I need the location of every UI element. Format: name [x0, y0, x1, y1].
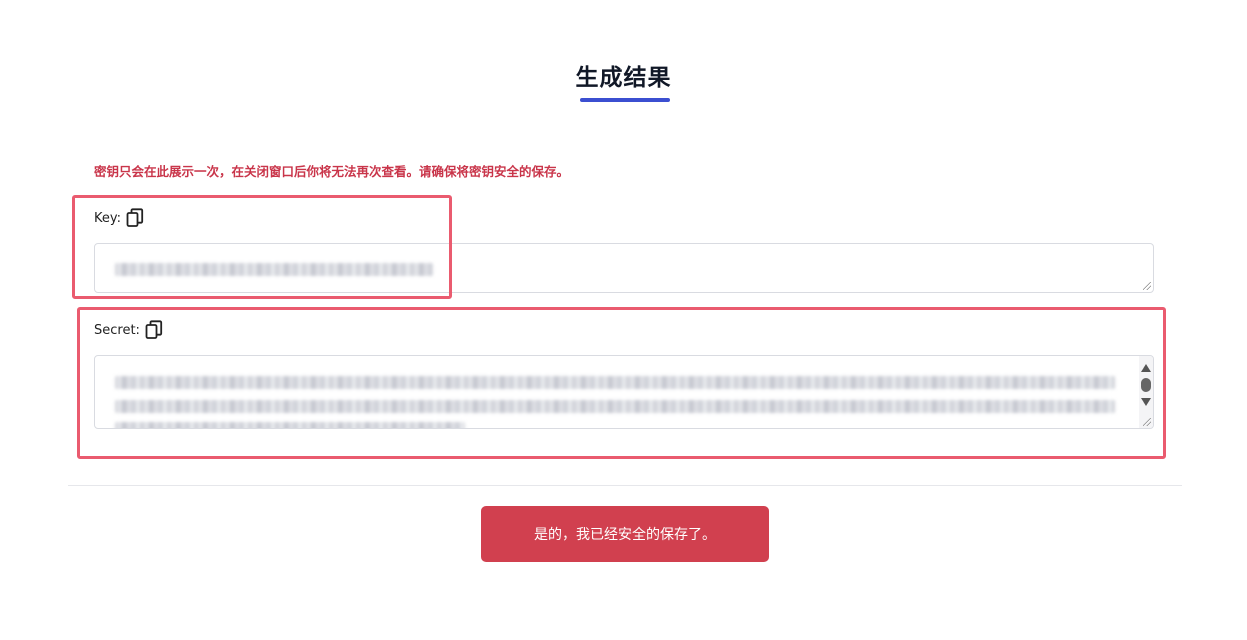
generation-result-dialog: 生成结果 密钥只会在此展示一次，在关闭窗口后你将无法再次查看。请确保将密钥安全的… [0, 0, 1247, 640]
secret-label: Secret: [94, 322, 140, 338]
footer-divider [68, 485, 1182, 486]
copy-secret-icon[interactable] [145, 320, 163, 340]
secret-value-redacted-line-3 [115, 422, 465, 428]
key-value-redacted [115, 263, 433, 276]
scroll-thumb[interactable] [1141, 378, 1151, 392]
title-underline [580, 98, 670, 102]
confirm-saved-button[interactable]: 是的，我已经安全的保存了。 [481, 506, 769, 562]
key-label-row: Key: [94, 208, 144, 228]
dialog-title: 生成结果 [575, 65, 672, 91]
secret-textarea[interactable] [94, 355, 1154, 429]
secret-value-redacted-line-1 [115, 376, 1115, 389]
scroll-up-arrow-icon[interactable] [1141, 364, 1151, 372]
secret-label-row: Secret: [94, 320, 163, 340]
warning-message: 密钥只会在此展示一次，在关闭窗口后你将无法再次查看。请确保将密钥安全的保存。 [94, 164, 570, 179]
key-resize-handle[interactable] [1143, 282, 1151, 290]
key-textarea[interactable] [94, 243, 1154, 293]
secret-value-redacted-line-2 [115, 400, 1115, 413]
scroll-down-arrow-icon[interactable] [1141, 398, 1151, 406]
key-label: Key: [94, 210, 122, 226]
secret-resize-handle[interactable] [1143, 418, 1151, 426]
copy-key-icon[interactable] [126, 208, 144, 228]
